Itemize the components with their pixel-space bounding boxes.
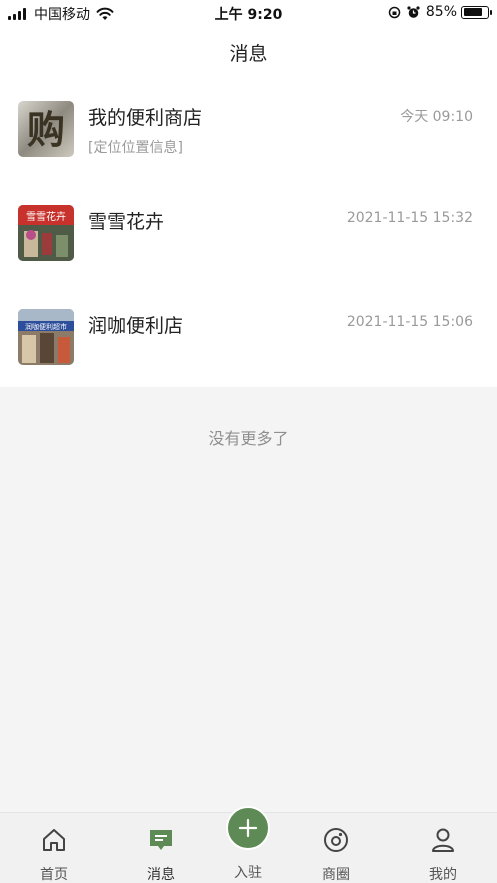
orientation-lock-icon xyxy=(388,6,401,18)
message-name: 我的便利商店 xyxy=(88,107,203,129)
page-title: 消息 xyxy=(229,43,268,65)
message-time: 今天 09:10 xyxy=(400,109,473,125)
message-list: 购 我的便利商店 今天 09:10 [定位位置信息] 雪雪花卉 雪雪花卉 202… xyxy=(0,76,497,387)
home-icon xyxy=(43,829,65,851)
status-right: 85% xyxy=(382,4,492,20)
alarm-icon xyxy=(407,5,420,18)
shop-avatar: 雪雪花卉 xyxy=(18,205,74,261)
shop-avatar-image: 雪雪花卉 xyxy=(18,205,74,261)
message-name: 雪雪花卉 xyxy=(88,211,165,233)
shop-avatar-image: 润咖便利超市 xyxy=(18,309,74,365)
message-item[interactable]: 购 我的便利商店 今天 09:10 [定位位置信息] xyxy=(0,76,497,180)
plus-icon xyxy=(238,818,258,838)
shop-sign-text: 雪雪花卉 xyxy=(26,210,66,223)
tab-label: 我的 xyxy=(429,867,457,883)
message-preview: [定位位置信息] xyxy=(88,140,183,156)
message-item[interactable]: 雪雪花卉 雪雪花卉 2021-11-15 15:32 xyxy=(0,180,497,284)
tab-label: 商圈 xyxy=(322,867,350,883)
tab-label: 消息 xyxy=(147,867,175,883)
shop-avatar: 购 xyxy=(18,101,74,157)
message-name: 润咖便利店 xyxy=(88,315,184,337)
tab-bar: 首页 消息 入驻 商圈 我的 xyxy=(0,806,497,883)
join-label[interactable]: 入驻 xyxy=(208,862,288,882)
message-time: 2021-11-15 15:06 xyxy=(346,314,473,330)
message-item[interactable]: 润咖便利超市 润咖便利店 2021-11-15 15:06 xyxy=(0,284,497,388)
shop-avatar: 润咖便利超市 xyxy=(18,309,74,365)
shop-avatar-image: 购 xyxy=(18,101,74,157)
compass-icon xyxy=(324,828,348,852)
nav-bar: 消息 xyxy=(0,26,497,76)
shop-sign-text: 润咖便利超市 xyxy=(25,322,67,331)
status-bar: 中国移动 上午 9:20 85% xyxy=(0,0,497,26)
battery-icon xyxy=(461,5,492,19)
battery-fill xyxy=(463,8,483,16)
no-more-label: 没有更多了 xyxy=(208,429,289,448)
message-icon xyxy=(150,830,172,850)
tab-circle[interactable]: 商圈 xyxy=(296,813,376,883)
tab-home[interactable]: 首页 xyxy=(14,813,94,883)
tab-label: 首页 xyxy=(40,867,68,883)
join-button[interactable] xyxy=(226,806,270,850)
user-icon xyxy=(432,828,454,852)
battery-percent: 85% xyxy=(425,4,457,20)
message-time: 2021-11-15 15:32 xyxy=(346,210,473,226)
tab-messages[interactable]: 消息 xyxy=(121,813,201,883)
shop-avatar-glyph: 购 xyxy=(27,107,65,152)
tab-mine[interactable]: 我的 xyxy=(403,813,483,883)
